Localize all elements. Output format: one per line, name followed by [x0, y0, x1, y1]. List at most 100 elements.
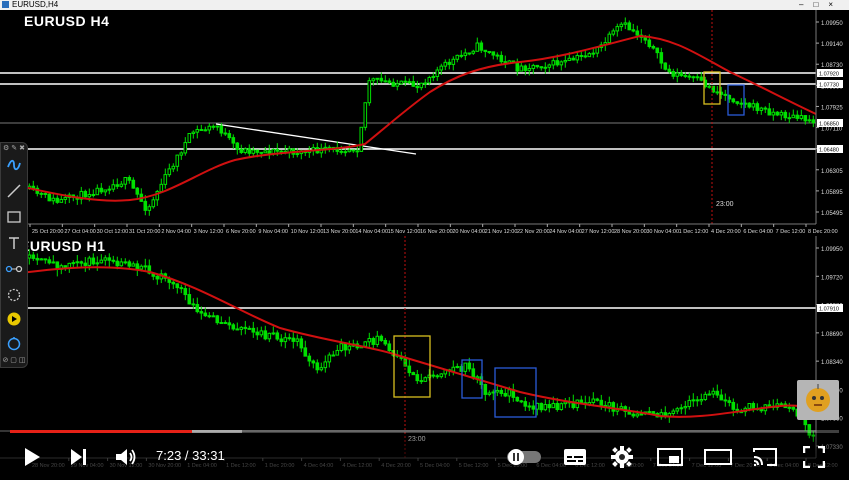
highlighter-tool-icon[interactable] [4, 309, 24, 329]
h1-candle-body [791, 406, 796, 410]
h4-candle-body [775, 111, 780, 116]
time-display: 7:23 / 33:31 [156, 448, 225, 463]
volume-icon[interactable] [112, 444, 140, 470]
window-controls[interactable]: –□× [799, 0, 843, 10]
h1-candle-body [107, 257, 112, 261]
subtitles-icon[interactable] [562, 444, 588, 470]
h4-candle-body [635, 30, 640, 36]
h4-candle-body [663, 62, 668, 70]
text-tool-icon[interactable] [4, 233, 24, 253]
h4-candle-body [443, 61, 448, 67]
h4-candle-body [631, 29, 636, 32]
h4-time-label: 30 Nov 04:00 [646, 229, 679, 234]
h4-price-label: 1.05895 [821, 190, 843, 196]
curve-tool-icon[interactable] [4, 155, 24, 175]
h4-candle-body [691, 76, 696, 79]
play-icon[interactable] [20, 444, 44, 470]
h1-chart-symbol: EURUSD H1 [20, 238, 106, 254]
h1-candle-body [531, 405, 536, 410]
h4-candle-body [651, 45, 656, 49]
lasso-tool-icon[interactable] [4, 285, 24, 305]
h1-candle-body [123, 261, 128, 264]
h4-candle-body [771, 111, 776, 116]
h1-candle-body [751, 403, 756, 410]
window-titlebar: EURUSD,H4 –□× [0, 0, 849, 10]
progress-bar[interactable] [10, 430, 839, 433]
h4-candle-body [207, 125, 212, 131]
h4-chart[interactable]: 23:001.099501.091401.087301.083301.07925… [0, 10, 849, 234]
h1-candle-body [195, 304, 200, 313]
h4-time-label: 7 Dec 12:00 [776, 229, 806, 234]
autoplay-toggle-icon[interactable] [505, 444, 543, 470]
h4-candle-body [607, 33, 612, 44]
h4-time-label: 20 Nov 04:00 [452, 229, 485, 234]
h1-candle-body [183, 288, 188, 296]
h4-candle-body [531, 64, 536, 69]
h1-candle-body [131, 263, 136, 267]
h4-candle-body [683, 74, 688, 77]
h1-candle-body [331, 354, 336, 357]
h1-candle-body [267, 332, 272, 340]
h4-candle-body [279, 150, 284, 153]
toolbar-top-icons[interactable]: ⚙ ✎ ✖ [1, 144, 27, 152]
h4-candle-body [811, 119, 816, 124]
h1-candle-body [411, 372, 416, 376]
h1-candle-body [563, 401, 568, 405]
h4-candle-body [575, 54, 580, 61]
h4-candle-body [115, 184, 120, 187]
h4-chart-canvas[interactable]: 23:001.099501.091401.087301.083301.07925… [0, 10, 849, 234]
next-icon[interactable] [66, 444, 90, 470]
h1-candle-body [551, 402, 556, 409]
h4-candle-body [679, 72, 684, 76]
miniplayer-icon[interactable] [656, 444, 684, 470]
settings-icon[interactable] [609, 444, 635, 470]
measure-tool-icon[interactable] [4, 259, 24, 279]
h1-candle-body [71, 262, 76, 265]
h1-candle-body [711, 390, 716, 395]
h4-candle-body [527, 67, 532, 71]
h4-candle-body [47, 193, 52, 202]
channel-avatar[interactable] [797, 380, 839, 420]
h1-candle-body [607, 402, 612, 407]
timer-tool-icon[interactable] [4, 333, 24, 353]
h1-candle-body [43, 258, 48, 261]
h1-candle-body [483, 384, 488, 395]
h4-candle-body [623, 22, 628, 25]
h4-chart-symbol: EURUSD H4 [24, 13, 110, 29]
h4-time-label: 4 Dec 20:00 [711, 229, 741, 234]
h1-candle-body [315, 362, 320, 371]
h4-candle-body [163, 174, 168, 185]
h4-candle-body [539, 66, 544, 69]
h4-time-label: 21 Nov 12:00 [485, 229, 518, 234]
h1-candle-body [439, 373, 444, 378]
h4-candle-body [199, 129, 204, 132]
h4-candle-body [167, 168, 172, 176]
h4-candle-body [323, 146, 328, 149]
theater-icon[interactable] [704, 444, 732, 470]
h4-time-label: 9 Nov 04:00 [258, 229, 288, 234]
h1-candle-body [75, 261, 80, 264]
cast-icon[interactable] [751, 444, 779, 470]
line-tool-icon[interactable] [4, 181, 24, 201]
fullscreen-icon[interactable] [800, 444, 828, 470]
h4-candle-body [479, 42, 484, 51]
h4-candle-body [555, 60, 560, 66]
h4-candle-body [235, 142, 240, 150]
h4-candle-body [99, 187, 104, 193]
h1-level-tag: 1.07910 [819, 307, 839, 313]
h4-candle-body [419, 82, 424, 89]
rectangle-tool-icon[interactable] [4, 207, 24, 227]
h1-candle-body [191, 303, 196, 306]
h1-candle-body [335, 349, 340, 356]
h4-candle-body [211, 125, 216, 128]
h4-candle-body [699, 76, 704, 81]
h1-candle-body [691, 399, 696, 402]
h4-candle-body [747, 102, 752, 108]
h1-candle-body [519, 400, 524, 403]
h1-candle-body [559, 403, 564, 411]
h4-level-tag: 1.06850 [819, 122, 839, 128]
h4-candle-body [39, 192, 44, 195]
toolbar-bottom-icons[interactable]: ⊘ ▢ ◫ [1, 356, 27, 364]
h4-candle-body [471, 50, 476, 54]
h4-candle-body [551, 60, 556, 66]
